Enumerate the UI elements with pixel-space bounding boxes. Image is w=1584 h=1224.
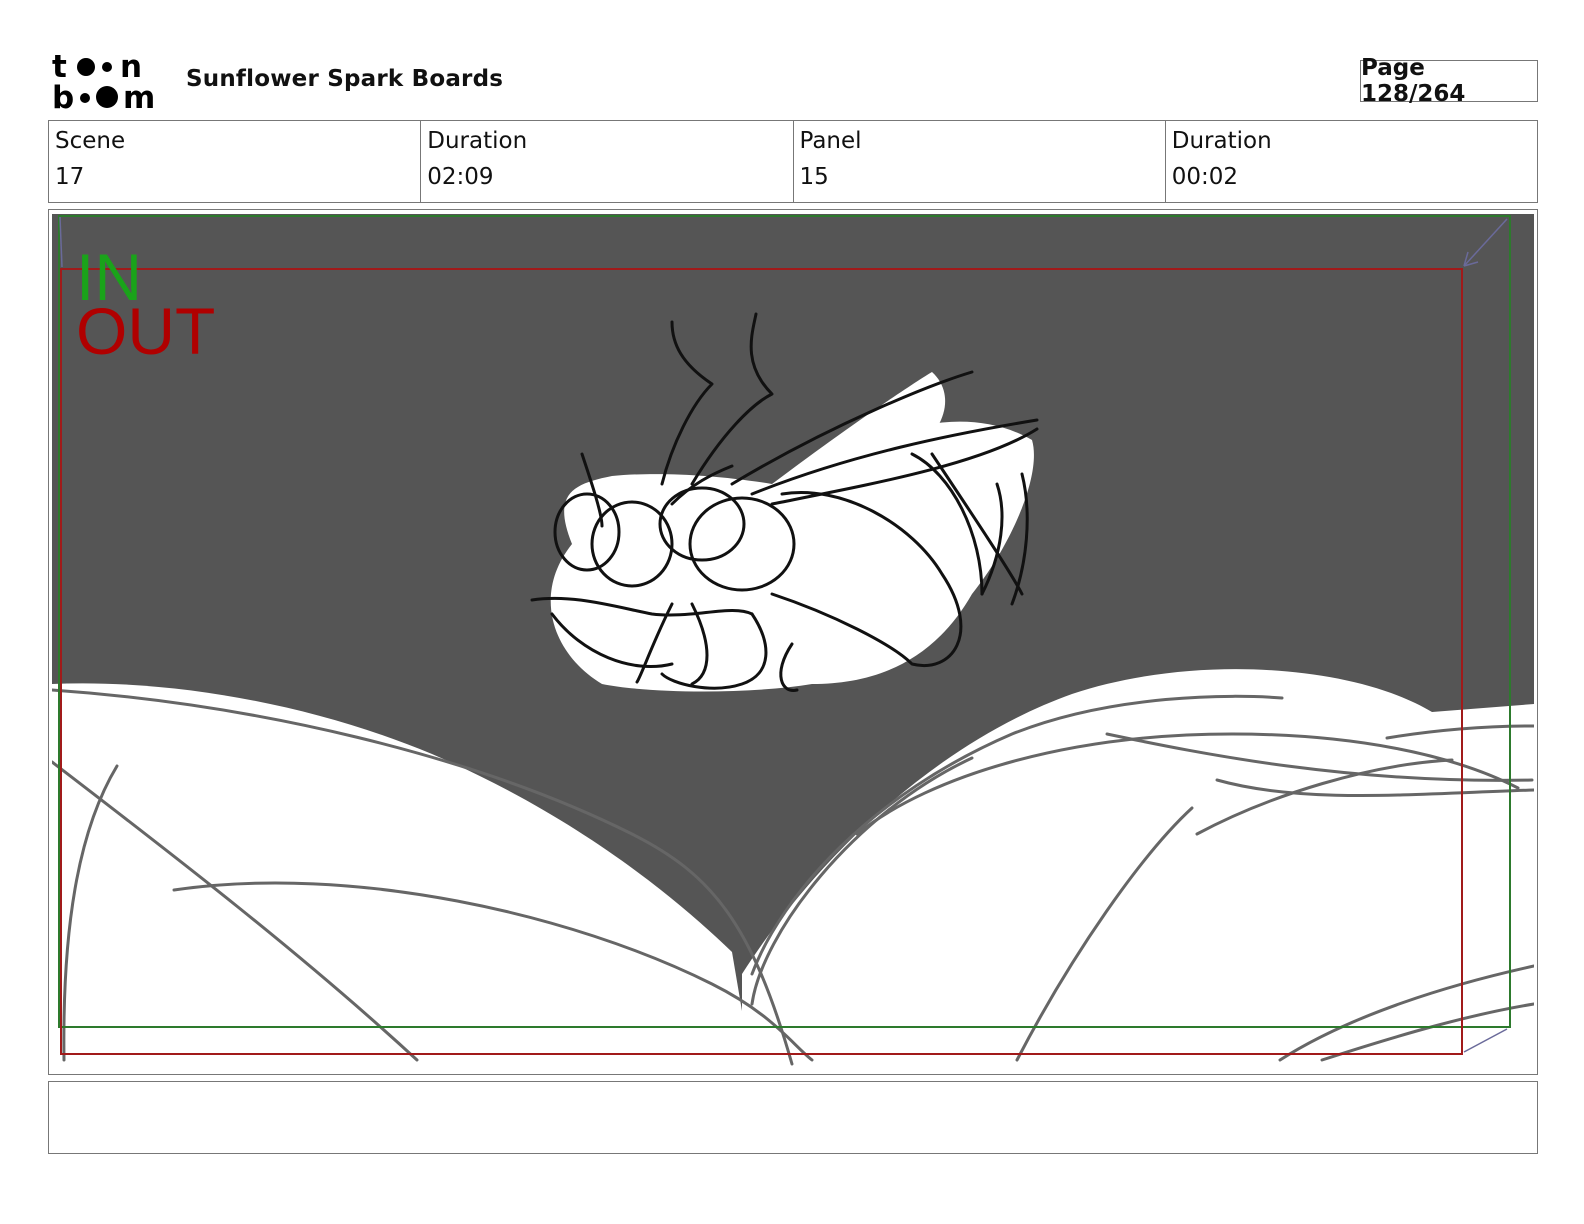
out-label: OUT (76, 294, 215, 368)
panel-label: Panel (799, 128, 862, 154)
project-title: Sunflower Spark Boards (186, 66, 504, 92)
toon-boom-logo: t n b m (52, 50, 155, 112)
scene-duration-cell: Duration 02:09 (421, 121, 794, 202)
page-indicator: Page 128/264 (1360, 55, 1538, 107)
panel-cell: Panel 15 (794, 121, 1166, 202)
scene-info-table: Scene 17 Duration 02:09 Panel 15 Duratio… (48, 120, 1538, 203)
panel-duration-cell: Duration 00:02 (1166, 121, 1537, 202)
scene-value: 17 (55, 164, 85, 190)
scene-duration-value: 02:09 (427, 164, 494, 190)
scene-duration-label: Duration (427, 128, 528, 154)
storyboard-panel-image: IN OUT (52, 214, 1534, 1070)
panel-duration-value: 00:02 (1171, 164, 1239, 190)
panel-value: 15 (799, 164, 829, 190)
panel-notes-box (48, 1081, 1538, 1154)
svg-text:m: m (123, 80, 155, 112)
scene-cell: Scene 17 (49, 121, 422, 202)
svg-text:b: b (52, 80, 74, 112)
scene-label: Scene (55, 128, 126, 154)
panel-duration-label: Duration (1171, 128, 1272, 154)
